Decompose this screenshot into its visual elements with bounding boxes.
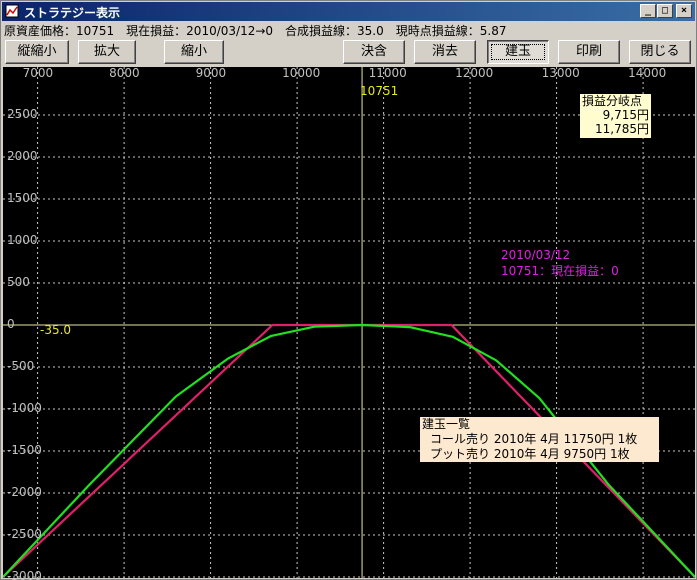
positions-box: 建玉一覧 コール売り 2010年 4月 11750円 1枚 プット売り 2010…	[420, 417, 659, 462]
strategy-window: ストラテジー表示 _ □ × 原資産価格：10751 現在損益：2010/03/…	[0, 0, 697, 580]
zoom-vertical-out-button[interactable]: 縦縮小	[5, 40, 69, 64]
clear-button[interactable]: 消去	[414, 40, 476, 64]
positions-title: 建玉一覧	[422, 417, 471, 431]
app-icon	[5, 4, 19, 18]
current-date-label: 2010/03/12	[501, 248, 571, 262]
close-button[interactable]: ×	[676, 4, 692, 18]
x-tick-label: 13000	[541, 66, 580, 80]
zoom-in-button[interactable]: 拡大	[78, 40, 136, 64]
settle-button[interactable]: 決含	[343, 40, 405, 64]
zoom-out-button[interactable]: 縮小	[164, 40, 224, 64]
print-button[interactable]: 印刷	[558, 40, 620, 64]
y-tick-label: 2500	[7, 107, 38, 121]
y-tick-label: -1500	[7, 443, 42, 457]
position-button[interactable]: 建玉	[487, 40, 549, 64]
maximize-button[interactable]: □	[657, 4, 673, 18]
current-price-label: 10751	[360, 84, 399, 98]
zero-line-label: -35.0	[40, 323, 72, 337]
breakeven-low: 9,715円	[602, 108, 649, 122]
x-tick-label: 10000	[282, 66, 321, 80]
x-tick-label: 7000	[22, 66, 54, 80]
y-tick-label: 1000	[7, 233, 38, 247]
breakeven-box: 損益分岐点 9,715円 11,785円	[580, 94, 651, 138]
y-tick-label: 1500	[7, 191, 38, 205]
y-tick-label: -500	[7, 359, 35, 373]
window-title: ストラテジー表示	[24, 6, 121, 20]
close-window-button[interactable]: 閉じる	[629, 40, 691, 64]
y-tick-label: -2000	[7, 485, 42, 499]
info-line: 原資産価格：10751 現在損益：2010/03/12→0 合成損益線：35.0…	[4, 24, 507, 38]
x-tick-label: 8000	[109, 66, 140, 80]
payoff-chart[interactable]: 損益分岐点 9,715円 11,785円 2010/03/12 10751：現在…	[3, 66, 695, 580]
position-row: プット売り 2010年 4月 9750円 1枚	[430, 447, 630, 461]
breakeven-title: 損益分岐点	[582, 94, 643, 108]
y-tick-label: -2500	[7, 527, 42, 541]
current-pl-label: 10751：現在損益：0	[501, 264, 619, 278]
minimize-button[interactable]: _	[640, 4, 656, 18]
y-tick-label: -1000	[7, 401, 42, 415]
y-tick-label: 500	[7, 275, 30, 289]
x-tick-label: 12000	[455, 66, 494, 80]
y-tick-label: -3000	[7, 569, 42, 580]
x-tick-label: 14000	[628, 66, 667, 80]
y-tick-label: 2000	[7, 149, 38, 163]
y-tick-label: 0	[7, 317, 15, 331]
position-row: コール売り 2010年 4月 11750円 1枚	[430, 432, 638, 446]
title-bar[interactable]: ストラテジー表示 _ □ ×	[2, 2, 695, 21]
breakeven-high: 11,785円	[595, 122, 649, 136]
chart-canvas	[3, 67, 695, 578]
x-tick-label: 9000	[195, 66, 227, 80]
x-tick-label: 11000	[368, 66, 407, 80]
